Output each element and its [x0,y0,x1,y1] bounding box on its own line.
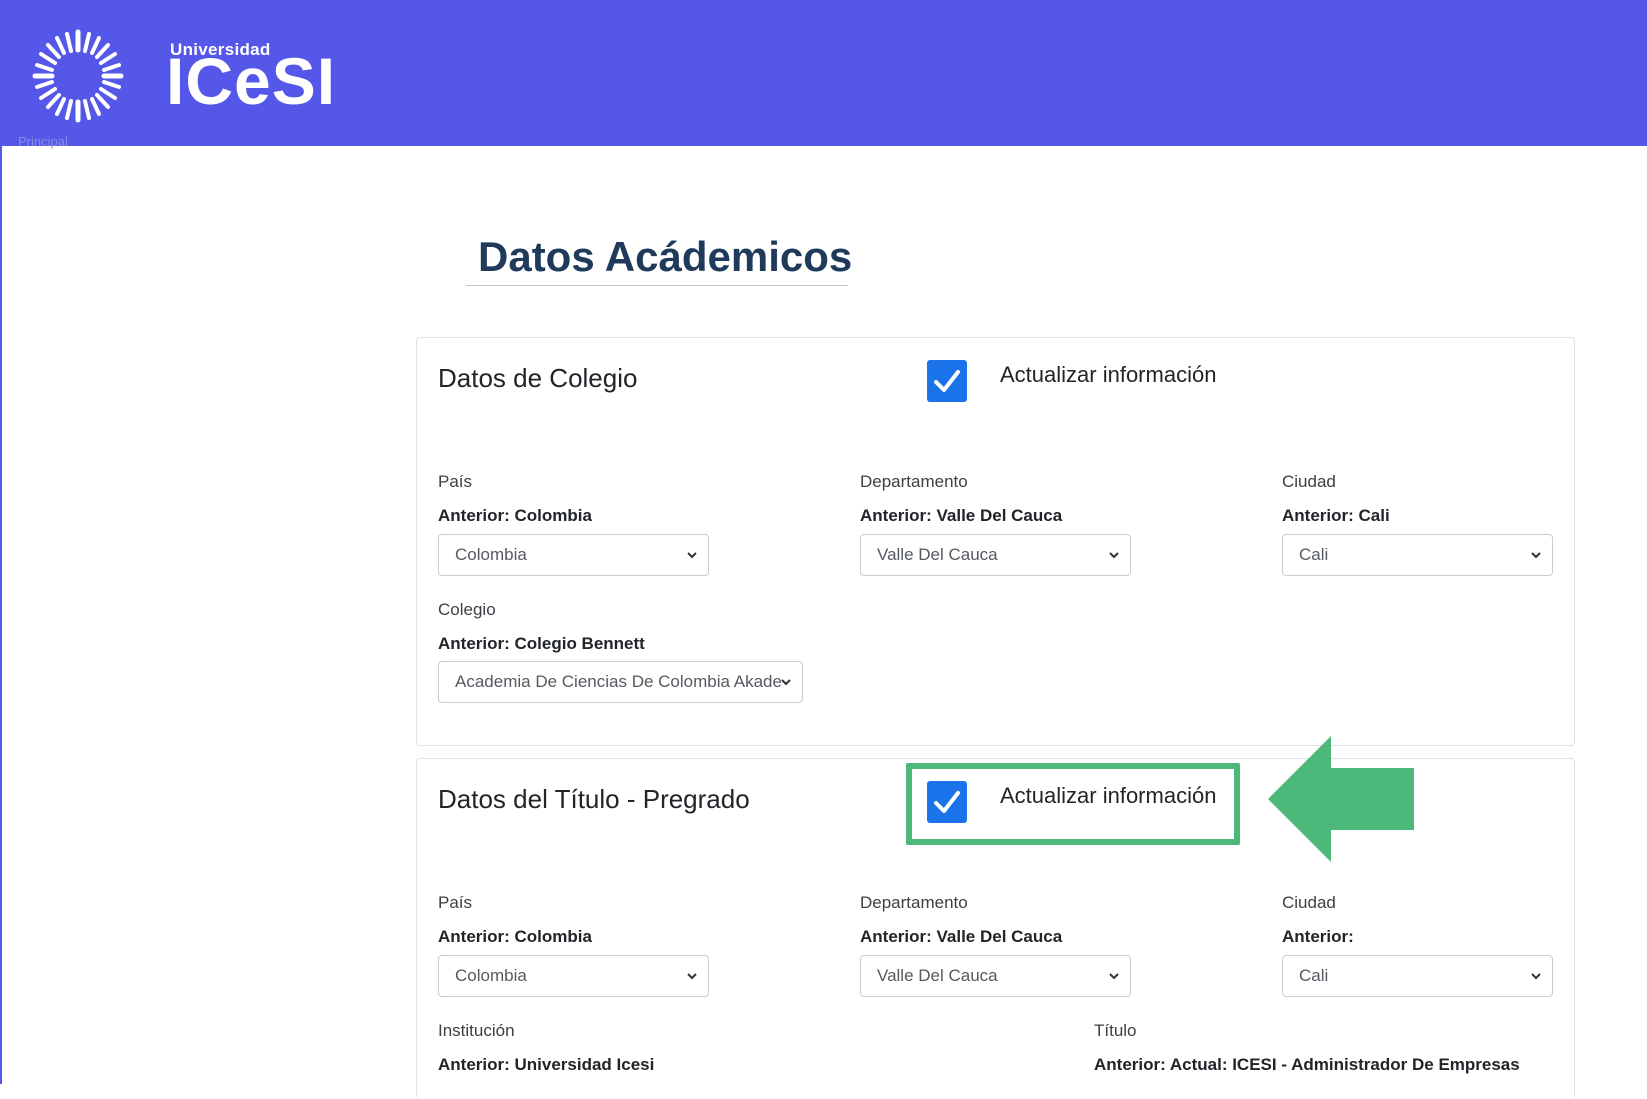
colegio-departamento-select[interactable]: Valle Del Cauca [860,534,1131,576]
icesi-logo[interactable]: Universidad ICeSI [26,24,336,128]
colegio-departamento-previous: Anterior: Valle Del Cauca [860,506,1063,525]
chevron-down-icon [1531,552,1541,559]
titulo-ciudad-label: Ciudad [1282,893,1336,912]
colegio-pais-value: Colombia [455,545,527,564]
titulo-pais-label: País [438,893,473,912]
colegio-colegio-value: Academia De Ciencias De Colombia Akade [455,672,782,691]
titulo-departamento-label: Departamento [860,893,968,912]
colegio-update-checkbox-group[interactable]: Actualizar información [927,360,1216,402]
arrow-left-icon [1268,736,1414,862]
colegio-colegio-previous: Anterior: Colegio Bennett [438,634,645,653]
colegio-ciudad-previous: Anterior: Cali [1282,506,1390,525]
titulo-departamento-value: Valle Del Cauca [877,966,998,985]
colegio-ciudad-select[interactable]: Cali [1282,534,1553,576]
titulo-section-title: Datos del Título - Pregrado [438,784,750,814]
colegio-section-title: Datos de Colegio [438,363,638,393]
titulo-ciudad-previous: Anterior: [1282,927,1354,946]
chevron-down-icon [1109,973,1119,980]
chevron-down-icon [1531,973,1541,980]
titulo-pais-select[interactable]: Colombia [438,955,709,997]
titulo-ciudad-select[interactable]: Cali [1282,955,1553,997]
brand-name-text: ICeSI [166,44,337,118]
chevron-down-icon [687,973,697,980]
chevron-down-icon [781,679,791,686]
colegio-pais-label: País [438,472,473,491]
colegio-departamento-label: Departamento [860,472,968,491]
titulo-institucion-label: Institución [438,1021,515,1040]
colegio-colegio-select[interactable]: Academia De Ciencias De Colombia Akade [438,661,803,703]
chevron-down-icon [687,552,697,559]
titulo-departamento-previous: Anterior: Valle Del Cauca [860,927,1063,946]
colegio-ciudad-label: Ciudad [1282,472,1336,491]
breadcrumb-principal[interactable]: Principal [18,134,68,149]
chevron-down-icon [1109,552,1119,559]
titulo-ciudad-value: Cali [1299,966,1329,985]
colegio-pais-select[interactable]: Colombia [438,534,709,576]
titulo-institucion-previous: Anterior: Universidad Icesi [438,1055,655,1074]
titulo-titulo-label: Título [1094,1021,1137,1040]
titulo-departamento-select[interactable]: Valle Del Cauca [860,955,1131,997]
page-title: Datos Acádemicos [466,233,852,286]
colegio-update-checkbox[interactable] [927,360,967,402]
sunburst-logo-icon [32,29,124,123]
colegio-colegio-label: Colegio [438,600,496,619]
colegio-ciudad-value: Cali [1299,545,1329,564]
titulo-titulo-previous: Anterior: Actual: ICESI - Administrador … [1094,1055,1520,1074]
titulo-pais-value: Colombia [455,966,527,985]
titulo-update-checkbox[interactable] [927,781,967,823]
titulo-update-checkbox-group[interactable]: Actualizar información [927,781,1216,823]
check-icon [934,370,960,392]
colegio-departamento-value: Valle Del Cauca [877,545,998,564]
titulo-update-label: Actualizar información [1000,783,1217,808]
titulo-pais-previous: Anterior: Colombia [438,927,592,946]
colegio-update-label: Actualizar información [1000,362,1217,387]
check-icon [934,791,960,813]
site-header: Universidad ICeSI [0,0,1647,146]
colegio-pais-previous: Anterior: Colombia [438,506,592,525]
